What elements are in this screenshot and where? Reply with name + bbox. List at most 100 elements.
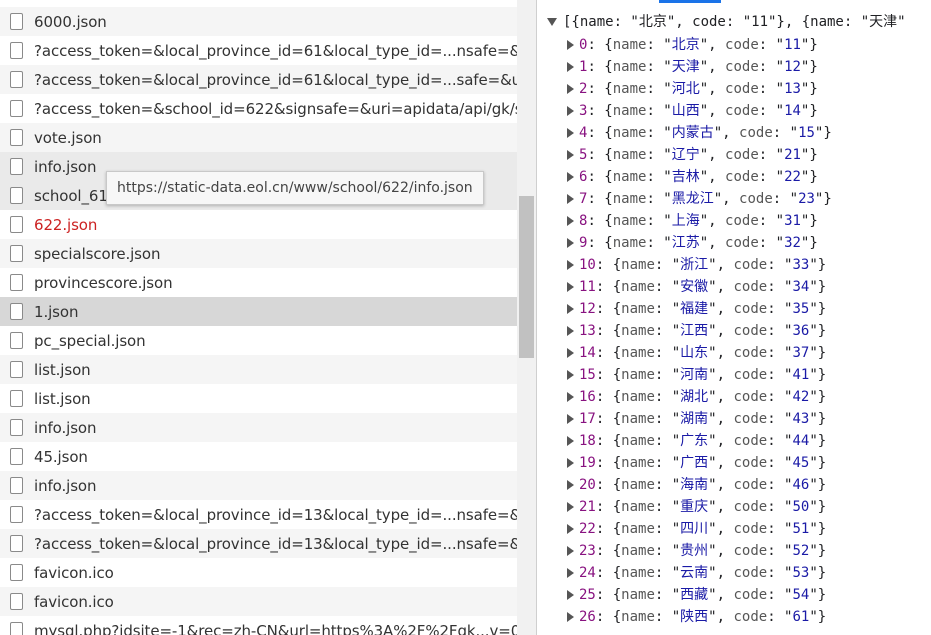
- json-item-line[interactable]: 5: {name: "辽宁", code: "21"}: [567, 144, 818, 166]
- json-punct: "}: [809, 521, 827, 537]
- expand-caret-icon[interactable]: [567, 326, 574, 336]
- expand-caret-icon[interactable]: [567, 458, 574, 468]
- request-row[interactable]: 1.json: [0, 297, 517, 326]
- json-item-line[interactable]: 24: {name: "云南", code: "53"}: [567, 562, 826, 584]
- json-item-line[interactable]: 10: {name: "浙江", code: "33"}: [567, 254, 826, 276]
- json-item-line[interactable]: 18: {name: "广东", code: "44"}: [567, 430, 826, 452]
- json-punct: : ": [654, 609, 681, 625]
- json-item-line[interactable]: 22: {name: "四川", code: "51"}: [567, 518, 826, 540]
- expand-caret-icon[interactable]: [567, 260, 574, 270]
- expand-caret-icon[interactable]: [567, 612, 574, 622]
- json-item-line[interactable]: 14: {name: "山东", code: "37"}: [567, 342, 826, 364]
- request-row[interactable]: list.json: [0, 355, 517, 384]
- expand-caret-icon[interactable]: [567, 282, 574, 292]
- json-index: 16: [579, 389, 596, 405]
- expand-caret-icon[interactable]: [567, 524, 574, 534]
- json-item-line[interactable]: 19: {name: "广西", code: "45"}: [567, 452, 826, 474]
- request-list-scrollbar[interactable]: [517, 0, 536, 635]
- json-item-line[interactable]: 7: {name: "黑龙江", code: "23"}: [567, 188, 832, 210]
- request-row[interactable]: 622.json: [0, 210, 517, 239]
- request-row[interactable]: ?access_token=&school_id=622&signsafe=&u…: [0, 94, 517, 123]
- json-punct: "}: [809, 609, 827, 625]
- json-item-line[interactable]: 1: {name: "天津", code: "12"}: [567, 56, 818, 78]
- expand-caret-icon[interactable]: [567, 106, 574, 116]
- json-name-value: 江西: [680, 323, 709, 339]
- json-name-value: 浙江: [680, 257, 709, 273]
- json-item-line[interactable]: 0: {name: "北京", code: "11"}: [567, 34, 818, 56]
- json-item-line[interactable]: 8: {name: "上海", code: "31"}: [567, 210, 818, 232]
- request-row[interactable]: ?access_token=&local_province_id=13&loca…: [0, 500, 517, 529]
- expand-caret-icon[interactable]: [567, 216, 574, 226]
- request-row[interactable]: ?access_token=&local_province_id=13&loca…: [0, 529, 517, 558]
- scrollbar-thumb[interactable]: [519, 196, 534, 358]
- json-punct: "}: [809, 587, 827, 603]
- json-item-line[interactable]: 11: {name: "安徽", code: "34"}: [567, 276, 826, 298]
- expand-caret-icon[interactable]: [567, 370, 574, 380]
- expand-caret-icon[interactable]: [567, 590, 574, 600]
- expand-caret-icon[interactable]: [567, 546, 574, 556]
- json-item-line[interactable]: 3: {name: "山西", code: "14"}: [567, 100, 818, 122]
- expand-caret-icon[interactable]: [567, 84, 574, 94]
- json-punct: : {: [595, 411, 622, 427]
- expand-caret-icon[interactable]: [567, 172, 574, 182]
- json-item-line[interactable]: 9: {name: "江苏", code: "32"}: [567, 232, 818, 254]
- request-row[interactable]: ?access_token=&local_province_id=61&loca…: [0, 36, 517, 65]
- json-item-line[interactable]: 23: {name: "贵州", code: "52"}: [567, 540, 826, 562]
- json-item-line[interactable]: 20: {name: "海南", code: "46"}: [567, 474, 826, 496]
- expand-caret-icon[interactable]: [567, 392, 574, 402]
- request-row[interactable]: specialscore.json: [0, 239, 517, 268]
- expand-caret-icon[interactable]: [567, 502, 574, 512]
- request-row[interactable]: info.json: [0, 471, 517, 500]
- json-item-line[interactable]: 26: {name: "陕西", code: "61"}: [567, 606, 826, 628]
- request-row[interactable]: vote.json: [0, 123, 517, 152]
- json-punct: : ": [767, 433, 793, 449]
- json-root-line[interactable]: [{name: "北京", code: "11"}, {name: "天津": [547, 11, 906, 33]
- json-item-line[interactable]: 16: {name: "湖北", code: "42"}: [567, 386, 826, 408]
- expand-caret-icon[interactable]: [567, 128, 574, 138]
- expand-caret-icon[interactable]: [567, 414, 574, 424]
- request-row[interactable]: pc_special.json: [0, 326, 517, 355]
- json-prop-code: code: [725, 147, 759, 163]
- expand-caret-icon[interactable]: [567, 568, 574, 578]
- json-index: 19: [579, 455, 596, 471]
- expand-caret-icon[interactable]: [567, 304, 574, 314]
- expand-caret-icon[interactable]: [567, 62, 574, 72]
- expand-caret-icon[interactable]: [567, 238, 574, 248]
- json-item-line[interactable]: 15: {name: "河南", code: "41"}: [567, 364, 826, 386]
- file-icon: [10, 361, 23, 378]
- expand-caret-icon[interactable]: [567, 150, 574, 160]
- request-row[interactable]: favicon.ico: [0, 587, 517, 616]
- json-item-line[interactable]: 21: {name: "重庆", code: "50"}: [567, 496, 826, 518]
- json-item-line[interactable]: 4: {name: "内蒙古", code: "15"}: [567, 122, 832, 144]
- json-punct: "}: [809, 411, 827, 427]
- json-item-line[interactable]: 6: {name: "吉林", code: "22"}: [567, 166, 818, 188]
- expand-caret-icon[interactable]: [567, 480, 574, 490]
- json-code-value: 23: [798, 191, 815, 207]
- json-item-line[interactable]: 13: {name: "江西", code: "36"}: [567, 320, 826, 342]
- request-row[interactable]: list.json: [0, 384, 517, 413]
- expand-caret-icon[interactable]: [567, 194, 574, 204]
- expand-caret-icon[interactable]: [547, 18, 557, 26]
- json-item-line[interactable]: 17: {name: "湖南", code: "43"}: [567, 408, 826, 430]
- json-prop-code: code: [739, 191, 773, 207]
- request-row[interactable]: 6000.json: [0, 7, 517, 36]
- request-row[interactable]: 45.json: [0, 442, 517, 471]
- request-row[interactable]: provincescore.json: [0, 268, 517, 297]
- request-row[interactable]: info.json: [0, 413, 517, 442]
- expand-caret-icon[interactable]: [567, 40, 574, 50]
- json-item-line[interactable]: 2: {name: "河北", code: "13"}: [567, 78, 818, 100]
- request-row[interactable]: ?access_token=&local_province_id=61&loca…: [0, 65, 517, 94]
- json-index: 18: [579, 433, 596, 449]
- json-punct: : {: [595, 499, 622, 515]
- request-row[interactable]: favicon.ico: [0, 558, 517, 587]
- expand-caret-icon[interactable]: [567, 348, 574, 358]
- request-row[interactable]: mysql.php?idsite=-1&rec=zh-CN&url=https%…: [0, 616, 517, 635]
- json-item-line[interactable]: 25: {name: "西藏", code: "54"}: [567, 584, 826, 606]
- json-punct: "}: [800, 81, 818, 97]
- json-code-value: 41: [792, 367, 810, 383]
- json-item-line[interactable]: 12: {name: "福建", code: "35"}: [567, 298, 826, 320]
- file-icon: [10, 419, 23, 436]
- json-prop-name: name: [621, 301, 655, 317]
- expand-caret-icon[interactable]: [567, 436, 574, 446]
- json-name-value: 河北: [671, 81, 700, 97]
